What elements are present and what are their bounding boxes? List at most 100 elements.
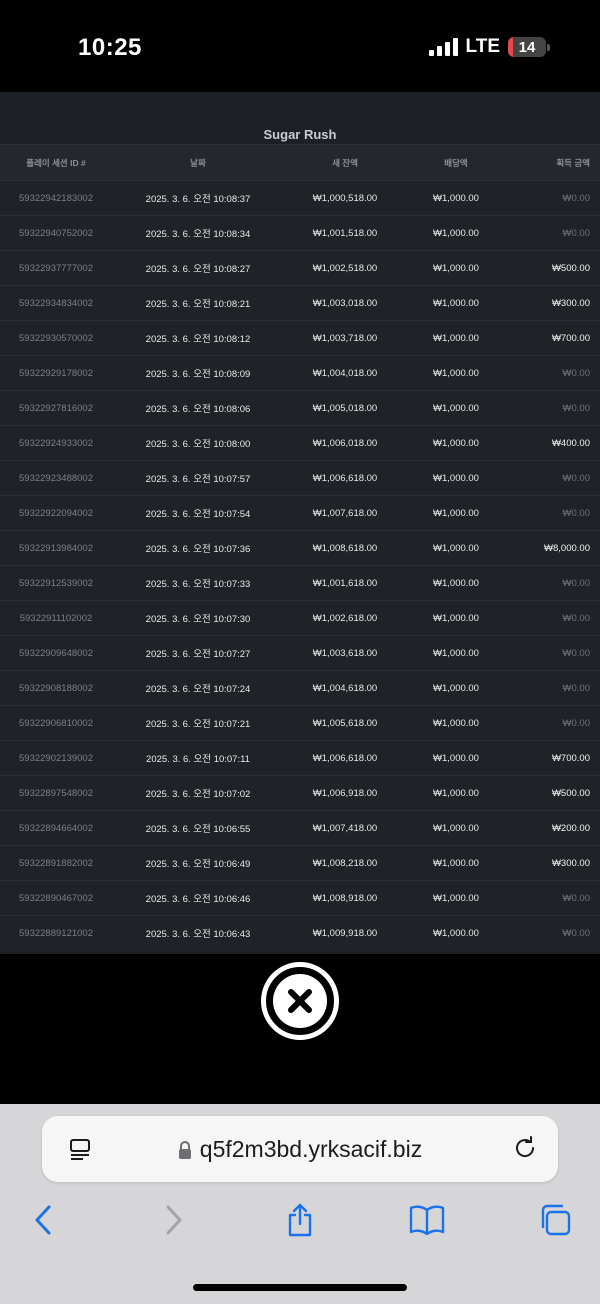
cell-win-amount: ₩0.00 — [562, 402, 590, 414]
cell-win-amount: ₩700.00 — [551, 332, 590, 344]
status-bar: 10:25 LTE 14 — [0, 0, 600, 92]
table-row: 59322897548002 2025. 3. 6. 오전 10:07:02 ₩1,… — [0, 775, 600, 810]
cell-new-balance: ₩1,008,218.00 — [312, 857, 378, 869]
cell-date: 2025. 3. 6. 오전 10:07:33 — [145, 579, 251, 590]
cell-bet-amount: ₩1,000.00 — [433, 717, 479, 729]
reload-icon[interactable] — [512, 1135, 538, 1166]
cell-bet-amount: ₩1,000.00 — [433, 227, 479, 239]
table-row: 59322908188002 2025. 3. 6. 오전 10:07:24 ₩1,… — [0, 670, 600, 705]
cell-session-id: 59322929178002 — [19, 367, 93, 379]
share-icon — [288, 1203, 312, 1237]
cell-date: 2025. 3. 6. 오전 10:08:00 — [145, 439, 251, 450]
cell-session-id: 59322890467002 — [19, 892, 93, 904]
home-indicator — [193, 1284, 407, 1291]
cell-date: 2025. 3. 6. 오전 10:08:12 — [145, 334, 251, 345]
cell-bet-amount: ₩1,000.00 — [433, 472, 479, 484]
lock-icon — [178, 1140, 191, 1159]
table-row: 59322937777002 2025. 3. 6. 오전 10:08:27 ₩1,… — [0, 250, 600, 285]
battery-icon: 14 — [508, 37, 550, 57]
cell-session-id: 59322942183002 — [19, 192, 93, 204]
cell-win-amount: ₩0.00 — [562, 507, 590, 519]
cell-date: 2025. 3. 6. 오전 10:07:54 — [145, 509, 251, 520]
tabs-button[interactable] — [535, 1200, 575, 1240]
cell-new-balance: ₩1,003,718.00 — [312, 332, 378, 344]
table-row: 59322902139002 2025. 3. 6. 오전 10:07:11 ₩1,… — [0, 740, 600, 775]
cell-session-id: 59322937777002 — [19, 262, 93, 274]
table-row: 59322927816002 2025. 3. 6. 오전 10:08:06 ₩1,… — [0, 390, 600, 425]
close-button[interactable] — [261, 962, 339, 1040]
cell-new-balance: ₩1,000,518.00 — [312, 192, 378, 204]
cell-session-id: 59322906810002 — [19, 717, 93, 729]
table-row: 59322923488002 2025. 3. 6. 오전 10:07:57 ₩1,… — [0, 460, 600, 495]
cell-session-id: 59322911102002 — [19, 612, 93, 624]
share-button[interactable] — [280, 1200, 320, 1240]
bookmarks-button[interactable] — [407, 1200, 447, 1240]
cell-bet-amount: ₩1,000.00 — [433, 507, 479, 519]
cell-win-amount: ₩0.00 — [562, 927, 590, 939]
cell-new-balance: ₩1,006,918.00 — [312, 787, 378, 799]
column-win: 획득 금액 — [556, 157, 590, 168]
cell-bet-amount: ₩1,000.00 — [433, 647, 479, 659]
cell-session-id: 59322902139002 — [19, 752, 93, 764]
cell-date: 2025. 3. 6. 오전 10:07:11 — [146, 754, 250, 765]
cell-new-balance: ₩1,007,418.00 — [312, 822, 378, 834]
cell-win-amount: ₩0.00 — [562, 647, 590, 659]
table-row: 59322889121002 2025. 3. 6. 오전 10:06:43 ₩1,… — [0, 915, 600, 950]
cell-win-amount: ₩0.00 — [562, 612, 590, 624]
column-date: 날짜 — [190, 157, 206, 168]
cell-win-amount: ₩0.00 — [562, 227, 590, 239]
cell-session-id: 59322940752002 — [19, 227, 93, 239]
cell-win-amount: ₩0.00 — [562, 192, 590, 204]
table-row: 59322890467002 2025. 3. 6. 오전 10:06:46 ₩1,… — [0, 880, 600, 915]
table-row: 59322906810002 2025. 3. 6. 오전 10:07:21 ₩1,… — [0, 705, 600, 740]
cell-session-id: 59322912539002 — [19, 577, 93, 589]
cell-new-balance: ₩1,007,618.00 — [312, 507, 378, 519]
forward-chevron-icon — [166, 1205, 182, 1235]
cell-session-id: 59322927816002 — [19, 402, 93, 414]
cell-win-amount: ₩200.00 — [551, 822, 590, 834]
cell-session-id: 59322930570002 — [19, 332, 93, 344]
cell-bet-amount: ₩1,000.00 — [433, 577, 479, 589]
table-row: 59322930570002 2025. 3. 6. 오전 10:08:12 ₩1,… — [0, 320, 600, 355]
cell-date: 2025. 3. 6. 오전 10:07:21 — [145, 719, 251, 730]
cell-session-id: 59322922094002 — [19, 507, 93, 519]
cell-session-id: 59322923488002 — [19, 472, 93, 484]
cell-bet-amount: ₩1,000.00 — [433, 892, 479, 904]
browser-toolbar — [0, 1200, 600, 1240]
url-display[interactable]: q5f2m3bd.yrksacif.biz — [42, 1136, 558, 1163]
table-row: 59322894664002 2025. 3. 6. 오전 10:06:55 ₩1,… — [0, 810, 600, 845]
cell-bet-amount: ₩1,000.00 — [433, 542, 479, 554]
cell-new-balance: ₩1,006,618.00 — [312, 472, 378, 484]
cell-bet-amount: ₩1,000.00 — [433, 682, 479, 694]
table-row: 59322942183002 2025. 3. 6. 오전 10:08:37 ₩1,… — [0, 180, 600, 215]
game-title: Sugar Rush — [0, 92, 600, 144]
column-new-balance: 새 잔액 — [332, 157, 358, 168]
cell-new-balance: ₩1,006,618.00 — [312, 752, 378, 764]
cell-date: 2025. 3. 6. 오전 10:07:27 — [145, 649, 251, 660]
forward-button[interactable] — [154, 1200, 194, 1240]
cell-date: 2025. 3. 6. 오전 10:07:24 — [145, 684, 251, 695]
cell-date: 2025. 3. 6. 오전 10:08:37 — [145, 194, 251, 205]
status-indicators: LTE 14 — [428, 36, 550, 58]
cell-bet-amount: ₩1,000.00 — [433, 297, 479, 309]
cell-date: 2025. 3. 6. 오전 10:08:21 — [145, 299, 251, 310]
cell-session-id: 59322909648002 — [19, 647, 93, 659]
browser-bottom-bar: q5f2m3bd.yrksacif.biz — [0, 1104, 600, 1304]
cell-bet-amount: ₩1,000.00 — [433, 192, 479, 204]
cell-bet-amount: ₩1,000.00 — [433, 332, 479, 344]
game-history-panel: Sugar Rush 플레이 세션 ID # 날짜 새 잔액 배당액 획득 금액… — [0, 92, 600, 954]
network-type: LTE — [465, 36, 500, 57]
cell-date: 2025. 3. 6. 오전 10:07:30 — [145, 614, 251, 625]
cell-win-amount: ₩300.00 — [551, 297, 590, 309]
cell-session-id: 59322908188002 — [19, 682, 93, 694]
cell-date: 2025. 3. 6. 오전 10:08:06 — [145, 404, 251, 415]
cell-bet-amount: ₩1,000.00 — [433, 857, 479, 869]
cell-win-amount: ₩0.00 — [562, 472, 590, 484]
table-row: 59322911102002 2025. 3. 6. 오전 10:07:30 ₩1,… — [0, 600, 600, 635]
cell-session-id: 59322894664002 — [19, 822, 93, 834]
url-text: q5f2m3bd.yrksacif.biz — [199, 1135, 423, 1162]
back-button[interactable] — [23, 1200, 63, 1240]
address-bar[interactable]: q5f2m3bd.yrksacif.biz — [42, 1116, 558, 1182]
cell-session-id: 59322891882002 — [19, 857, 93, 869]
cell-win-amount: ₩0.00 — [562, 577, 590, 589]
